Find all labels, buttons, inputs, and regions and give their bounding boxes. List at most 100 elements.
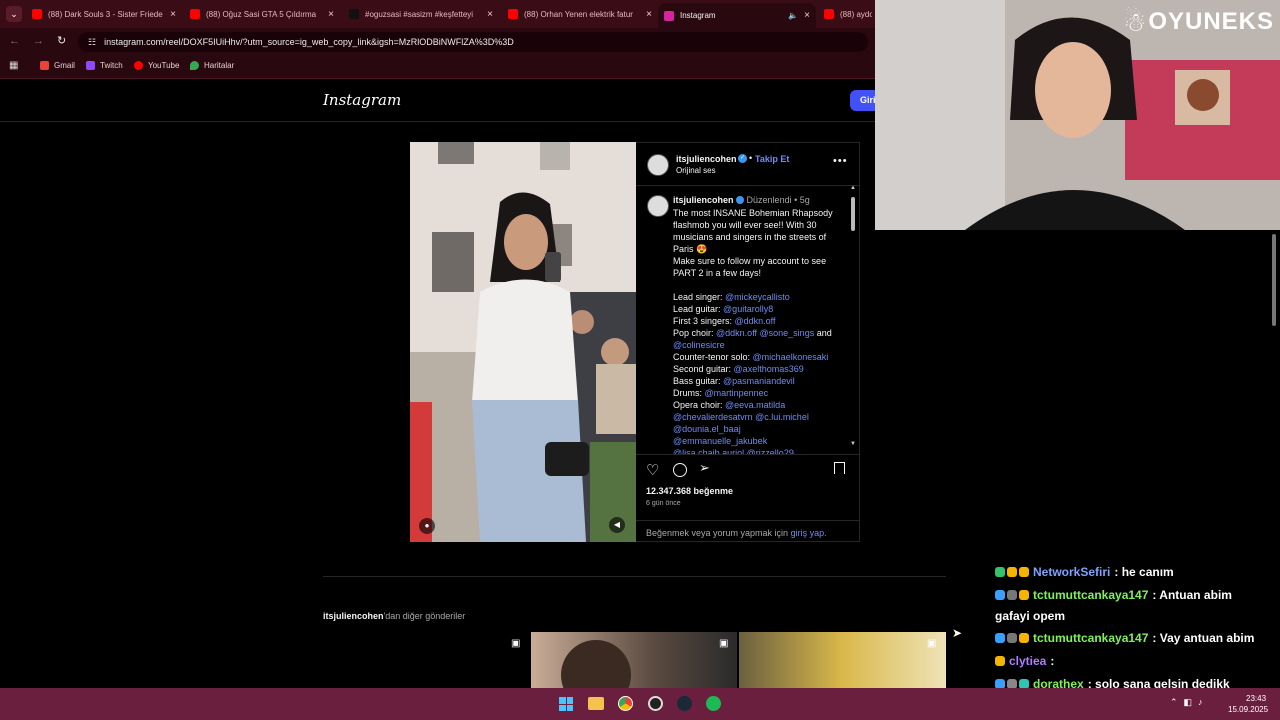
caption-line: Lead guitar: @guitarolly8 [673, 303, 773, 315]
share-send-icon[interactable]: ➢ [699, 460, 710, 476]
mention-link[interactable]: @guitarolly8 [723, 304, 773, 314]
like-heart-icon[interactable]: ♡ [646, 461, 659, 479]
caption-line: Pop choir: @ddkn.off @sone_sings and [673, 327, 832, 339]
mention-link[interactable]: @mickeycallisto [725, 292, 790, 302]
caption-scrollbar[interactable]: ▲ ▼ [850, 185, 856, 454]
page-scrollbar-thumb[interactable] [1272, 234, 1276, 326]
bookmark-twitch[interactable]: Twitch [86, 61, 123, 70]
tab-audio-icon[interactable]: 🔈 [788, 11, 798, 20]
mention-link[interactable]: @colinesicre [673, 340, 725, 350]
tagged-users-icon[interactable]: ● [419, 518, 435, 534]
caption-segment: Paris 😍 [673, 244, 708, 254]
close-tab-icon[interactable]: × [170, 9, 176, 20]
chat-username: clytiea [1009, 654, 1047, 668]
forward-icon[interactable]: → [33, 35, 44, 47]
caption-line: Make sure to follow my account to see [673, 255, 826, 267]
mention-link[interactable]: @michaelkonesaki [753, 352, 829, 362]
windows-taskbar: ⌃◧♪ 23:43 15.09.2025 [0, 688, 1280, 720]
caption-segment: and [814, 328, 832, 338]
obs-icon[interactable] [648, 696, 663, 711]
mention-link[interactable]: @ddkn.off @sone_sings [716, 328, 814, 338]
tab-1[interactable]: (88) Dark Souls 3 - Sister Friede × [26, 4, 182, 24]
original-audio-label[interactable]: Orijinal ses [676, 166, 716, 175]
caption-author-avatar[interactable] [647, 195, 669, 217]
mouse-cursor-icon: ➤ [952, 626, 963, 640]
more-posts-heading: itsjuliencohen'dan diğer gönderiler [323, 611, 466, 621]
caption-author-username[interactable]: itsjuliencohen [673, 195, 734, 205]
scroll-up-arrow-icon[interactable]: ▲ [850, 185, 856, 191]
instagram-logo[interactable]: Instagram [323, 91, 401, 109]
more-options-icon[interactable]: ••• [833, 155, 848, 167]
close-tab-icon[interactable]: × [487, 9, 493, 20]
comment-icon[interactable] [673, 463, 687, 477]
more-posts-username[interactable]: itsjuliencohen [323, 611, 384, 621]
address-bar[interactable]: ☷ instagram.com/reel/DOXF5IUiHhv/?utm_so… [78, 32, 868, 52]
bookmark-gmail[interactable]: Gmail [40, 61, 75, 70]
spotify-icon[interactable] [706, 696, 721, 711]
mention-link[interactable]: @ddkn.off [735, 316, 776, 326]
login-button[interactable]: Giriş [850, 90, 875, 111]
post-time-ago[interactable]: 6 gün önce [646, 500, 681, 507]
steam-icon[interactable] [677, 696, 692, 711]
streamer-webcam: ☃ OYUNEKS [875, 0, 1280, 230]
caption-line: PART 2 in a few days! [673, 267, 761, 279]
mention-link[interactable]: @emmanuelle_jakubek [673, 436, 767, 446]
tab-5[interactable]: Instagram 🔈 × [658, 3, 816, 28]
tab-6[interactable]: (88) aydo [818, 4, 878, 24]
file-explorer-icon[interactable] [588, 697, 604, 710]
author-username[interactable]: itsjuliencohen [676, 154, 737, 164]
scroll-down-arrow-icon[interactable]: ▼ [850, 441, 856, 447]
mention-link[interactable]: @chevalierdesatvrn @c.lui.michel [673, 412, 809, 422]
chat-message-continued: gafayi opem [995, 609, 1066, 623]
clock-time[interactable]: 23:43 [1246, 694, 1266, 703]
start-button-icon[interactable] [559, 697, 573, 711]
mention-link[interactable]: @pasmaniandevil [723, 376, 795, 386]
chat-badge-icon [995, 590, 1005, 600]
mention-link[interactable]: @eeva.matilda [725, 400, 785, 410]
bookmark-maps[interactable]: Haritalar [190, 61, 234, 70]
mention-link[interactable]: @axelthomas369 [734, 364, 804, 374]
tab-3[interactable]: #oguzsasi #sasizm #keşfetteyi × [343, 4, 499, 24]
tab-2[interactable]: (88) Oğuz Sasi GTA 5 Çıldırma × [184, 4, 340, 24]
mention-link[interactable]: @martinpennec [705, 388, 769, 398]
brand-logo: ☃ OYUNEKS [1123, 7, 1274, 37]
caption-scroll-area[interactable]: itsjuliencohen Düzenlendi • 5g The most … [636, 189, 848, 454]
likes-count[interactable]: 12.347.368 beğenme [646, 486, 733, 496]
scrollbar-thumb[interactable] [851, 197, 855, 231]
more-post-thumb-2[interactable]: ▣ [531, 632, 737, 688]
close-tab-icon[interactable]: × [328, 9, 334, 20]
chat-badge-icon [1019, 590, 1029, 600]
author-avatar[interactable] [647, 154, 669, 176]
caption-segment: First 3 singers: [673, 316, 735, 326]
reload-icon[interactable]: ↻ [57, 34, 66, 47]
back-icon[interactable]: ← [9, 35, 20, 47]
more-post-thumb-1[interactable]: ▣ [323, 632, 529, 688]
tab-search-button[interactable]: ⌄ [6, 6, 22, 22]
reel-video[interactable]: ● ◀ [410, 142, 636, 542]
save-bookmark-icon[interactable] [834, 462, 845, 474]
chrome-icon[interactable] [618, 696, 633, 711]
mention-link[interactable]: @dounia.el_baaj [673, 424, 741, 434]
instagram-header: Instagram Giriş [0, 79, 875, 122]
youtube-icon [508, 9, 518, 19]
close-tab-icon[interactable]: × [804, 10, 810, 21]
youtube-icon [32, 9, 42, 19]
post-author-header: itsjuliencohen ✓ • Takip Et Orijinal ses… [636, 143, 859, 186]
login-link[interactable]: giriş yap. [791, 528, 827, 538]
tab-4[interactable]: (88) Orhan Yenen elektrik fatur × [502, 4, 658, 24]
system-tray-icons[interactable]: ⌃◧♪ [1170, 697, 1209, 708]
mute-toggle-icon[interactable]: ◀ [609, 517, 625, 533]
more-post-thumb-3[interactable]: ▣ [739, 632, 946, 688]
bookmark-youtube[interactable]: YouTube [134, 61, 179, 70]
youtube-icon [190, 9, 200, 19]
follow-button[interactable]: Takip Et [755, 154, 789, 164]
login-prompt: Beğenmek veya yorum yapmak için giriş ya… [636, 520, 859, 545]
chat-username: NetworkSefiri [1033, 565, 1111, 579]
chat-text: : he canım [1114, 565, 1174, 579]
chat-badge-icon [995, 567, 1005, 577]
site-info-icon[interactable]: ☷ [88, 37, 96, 48]
close-tab-icon[interactable]: × [646, 9, 652, 20]
apps-grid-icon[interactable]: ▦ [9, 60, 18, 71]
clock-date[interactable]: 15.09.2025 [1228, 705, 1268, 714]
caption-line: @lisa.chaib.auriol @rizzello29 [673, 447, 794, 454]
